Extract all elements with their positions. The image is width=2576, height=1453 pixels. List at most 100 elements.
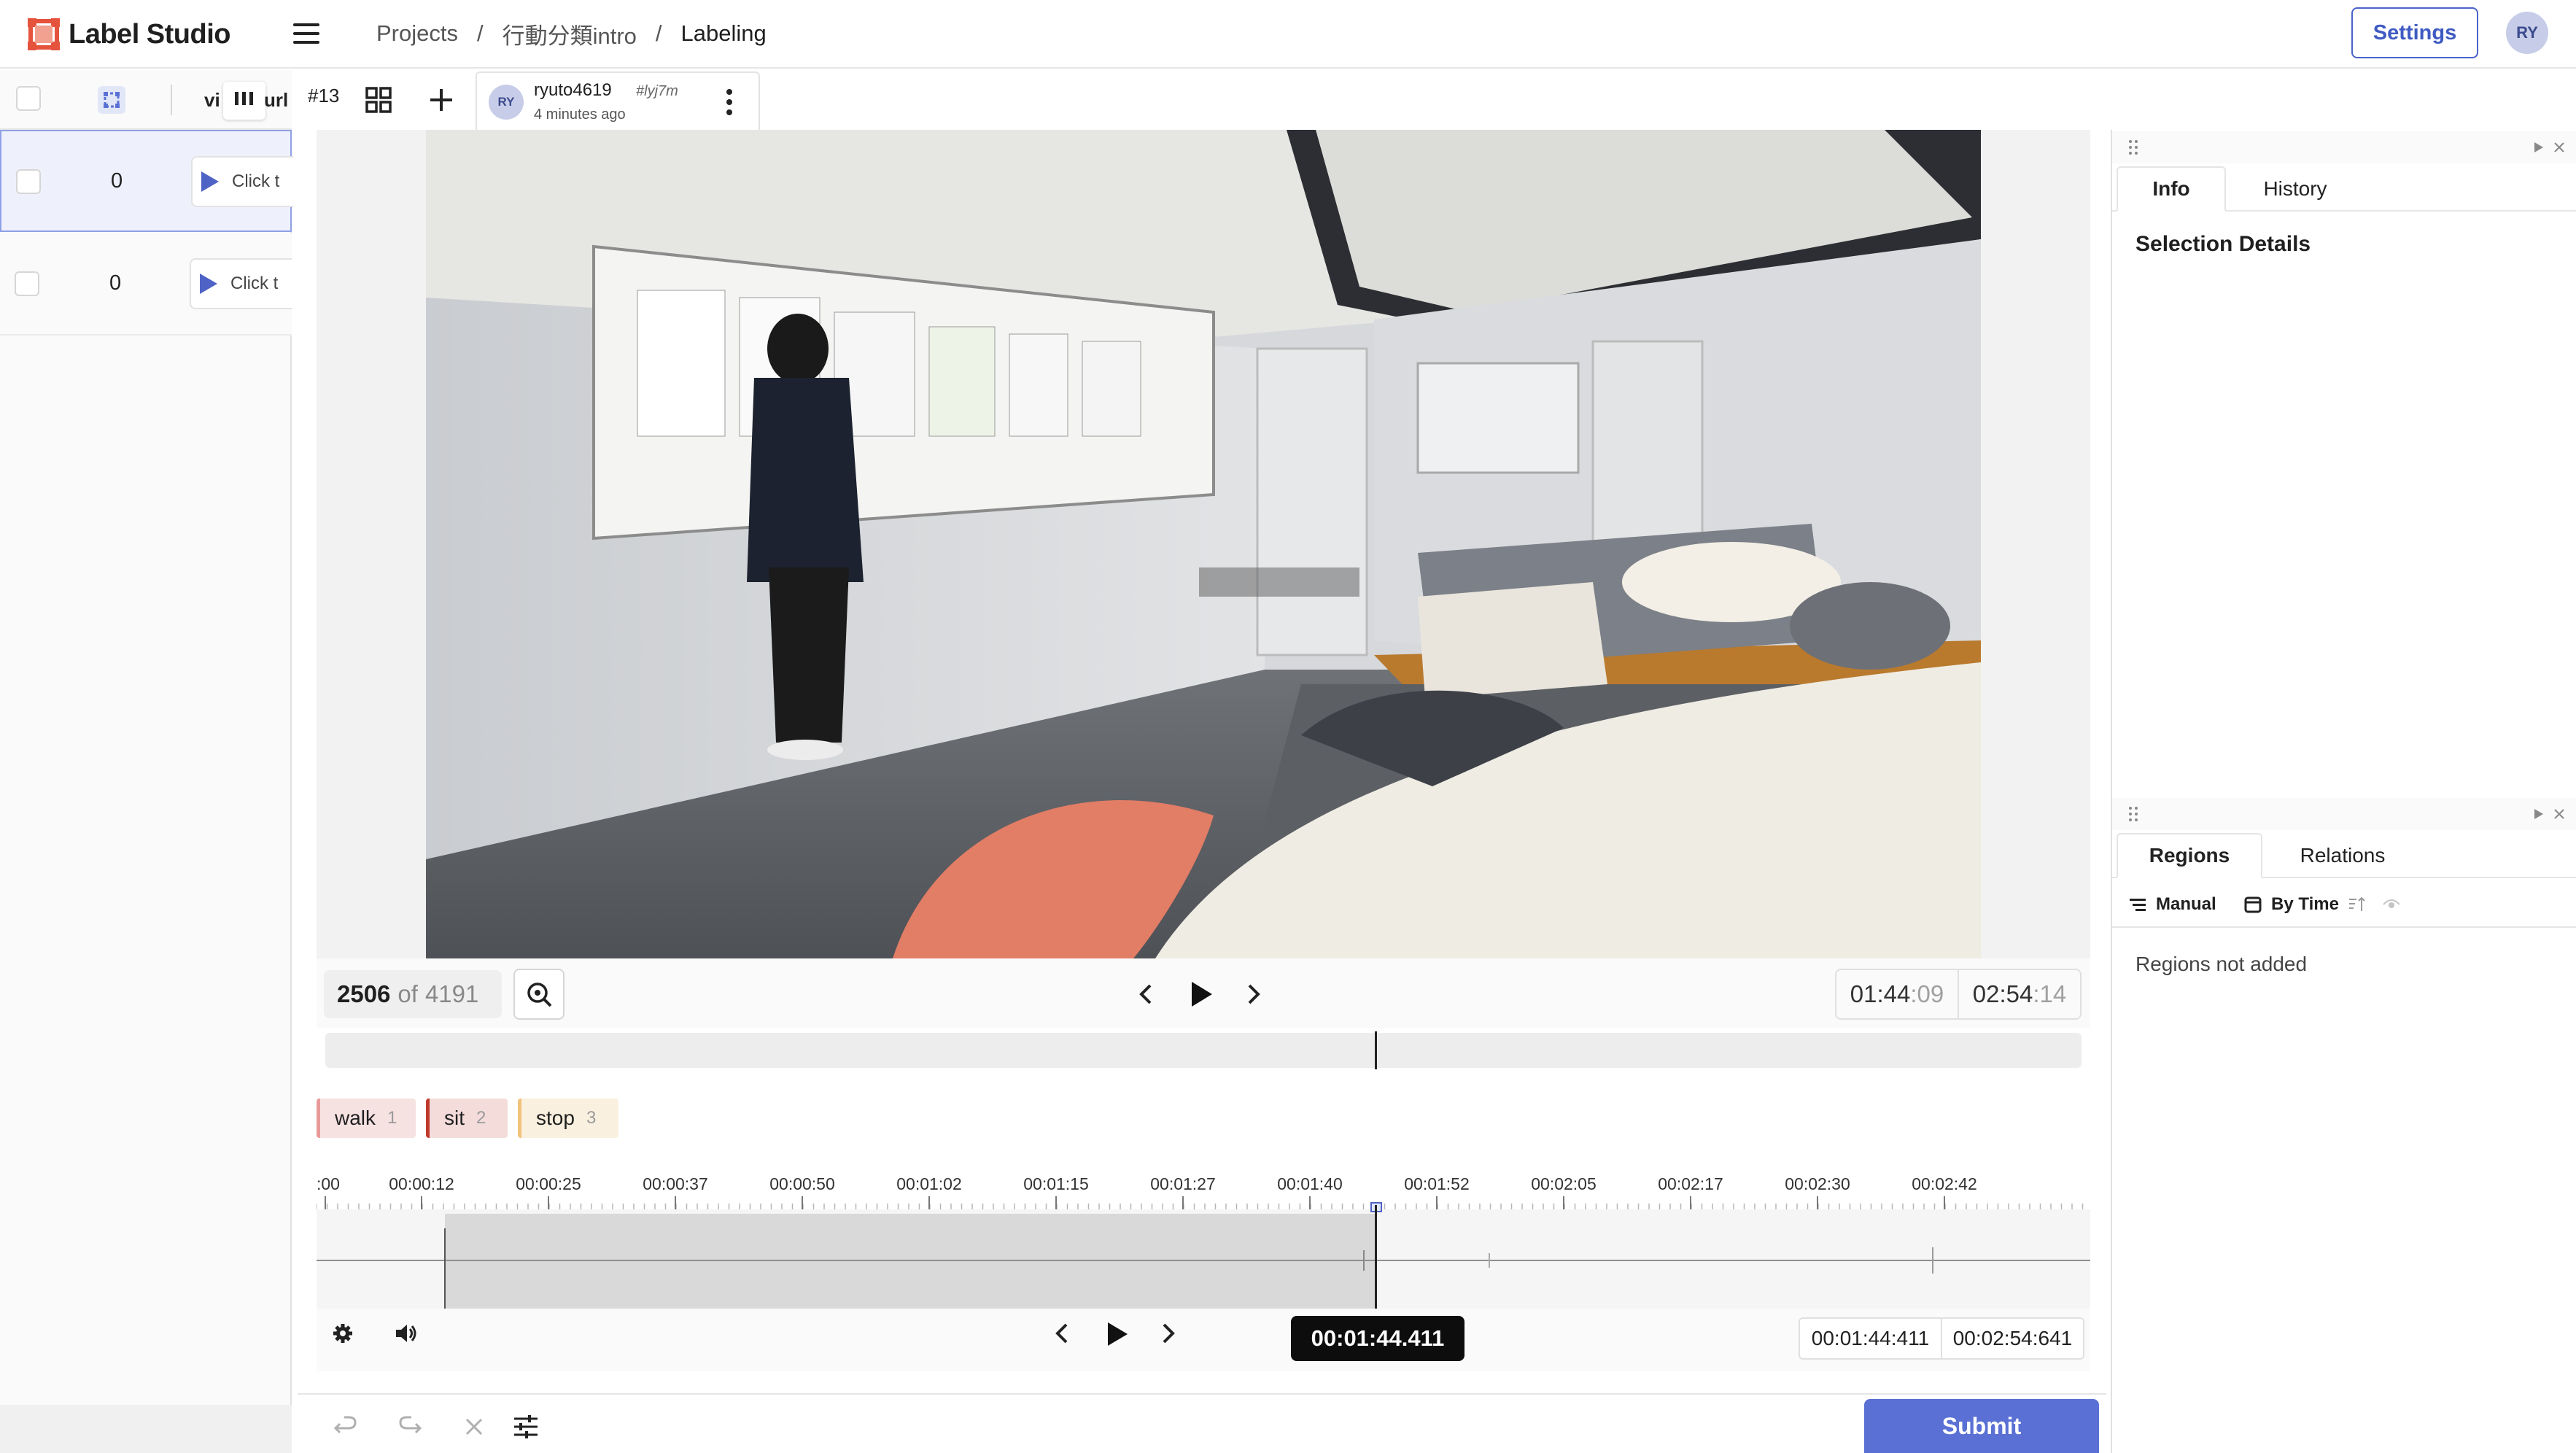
- timeline-previous-icon[interactable]: [1052, 1322, 1074, 1345]
- video-play-cell[interactable]: Click t: [191, 156, 293, 207]
- label-name: sit: [444, 1107, 465, 1129]
- annotation-time: 4 minutes ago: [534, 106, 626, 123]
- label-sit[interactable]: sit 2: [426, 1099, 508, 1138]
- total-time: 02:54:14: [1972, 980, 2067, 1007]
- settings-button[interactable]: Settings: [2351, 7, 2478, 58]
- annotation-footer: [298, 1393, 2106, 1453]
- side-panel: [2111, 130, 2576, 1453]
- annotator-name: ryuto4619: [534, 80, 612, 100]
- frame-of: of: [397, 980, 418, 1007]
- add-annotation-icon[interactable]: [427, 86, 455, 114]
- close-panel-icon: [2554, 809, 2564, 819]
- task-row-checkbox[interactable]: [16, 169, 41, 194]
- timeline-tick-label: 00:02:30: [1785, 1174, 1850, 1193]
- annotator-avatar: RY: [489, 85, 524, 120]
- hamburger-menu-icon[interactable]: [290, 19, 322, 48]
- timeline-tick-label: 00:01:02: [896, 1174, 962, 1193]
- regions-sort-toolbar: Manual By Time: [2112, 881, 2576, 928]
- redo-icon[interactable]: [397, 1414, 423, 1440]
- column-header-video[interactable]: vi: [204, 89, 220, 112]
- column-resize-icon[interactable]: [223, 82, 265, 120]
- next-frame-icon[interactable]: [1241, 982, 1265, 1007]
- label-hotkey: 1: [387, 1108, 397, 1128]
- visibility-icon: [2383, 899, 2400, 908]
- timeline-time-total: 00:02:54:641: [1952, 1327, 2073, 1349]
- task-list-header: vi url: [0, 70, 292, 130]
- regions-panel-header[interactable]: [2112, 798, 2576, 830]
- label-name: walk: [335, 1107, 376, 1129]
- select-all-checkbox[interactable]: [16, 86, 41, 111]
- user-avatar[interactable]: RY: [2506, 12, 2548, 54]
- timeline-tick-label: 00:01:40: [1277, 1174, 1343, 1193]
- volume-icon[interactable]: [394, 1322, 419, 1345]
- video-time-display: 01:44:09 02:54:14: [1835, 969, 2082, 1020]
- timeline-waveform[interactable]: [317, 1214, 2090, 1309]
- tab-info[interactable]: Info: [2117, 166, 2226, 212]
- settings-sliders-icon[interactable]: [512, 1414, 540, 1440]
- collapse-panel-icon: [2534, 809, 2543, 819]
- regions-empty-text: Regions not added: [2135, 953, 2308, 975]
- cell-text: Click t: [232, 171, 280, 191]
- app-name: Label Studio: [69, 18, 231, 50]
- previous-frame-icon[interactable]: [1135, 982, 1158, 1007]
- task-annotation-count: 0: [109, 271, 122, 295]
- app-logo[interactable]: Label Studio: [28, 16, 231, 53]
- label-stop[interactable]: stop 3: [518, 1099, 618, 1138]
- info-tabs: Info History: [2112, 166, 2576, 212]
- undo-icon[interactable]: [333, 1414, 359, 1440]
- breadcrumb-separator: /: [655, 20, 662, 46]
- breadcrumb-project[interactable]: 行動分類intro: [503, 18, 637, 50]
- timeline-time-current: 00:01:44:411: [1811, 1327, 1930, 1349]
- seek-cursor[interactable]: [1375, 1031, 1377, 1069]
- submit-button[interactable]: Submit: [1864, 1399, 2099, 1453]
- cell-text: Click t: [230, 274, 279, 293]
- timeline-play-icon[interactable]: [1103, 1320, 1130, 1348]
- drag-handle-icon: [2129, 140, 2138, 155]
- task-list-footer: [0, 1405, 292, 1453]
- task-id: #13: [308, 85, 340, 106]
- breadcrumb-separator: /: [476, 20, 484, 46]
- reset-icon[interactable]: [462, 1415, 486, 1438]
- info-panel-header[interactable]: [2112, 131, 2576, 163]
- close-panel-icon: [2554, 142, 2564, 152]
- task-row[interactable]: 0 Click t: [0, 233, 292, 336]
- video-frame[interactable]: [426, 130, 1981, 958]
- timeline-current-time: 00:01:44.411: [1291, 1316, 1464, 1361]
- sort-by-time-button[interactable]: By Time: [2243, 894, 2367, 915]
- label-hotkey: 3: [586, 1108, 597, 1128]
- timeline-time-display: 00:01:44:411 00:02:54:641: [1799, 1317, 2084, 1360]
- sort-manual-button[interactable]: Manual: [2128, 894, 2216, 915]
- label-hotkey: 2: [476, 1108, 486, 1128]
- tab-history[interactable]: History: [2233, 166, 2357, 212]
- timeline-tick-label: 00:02:17: [1658, 1174, 1723, 1193]
- tab-relations[interactable]: Relations: [2270, 833, 2416, 878]
- video-play-cell[interactable]: Click t: [190, 258, 292, 309]
- collapse-panel-icon: [2534, 142, 2543, 152]
- timeline-next-icon[interactable]: [1157, 1322, 1179, 1345]
- label-walk[interactable]: walk 1: [317, 1099, 416, 1138]
- task-list-panel: vi url 0 Click t 0 Click t: [0, 70, 293, 1453]
- column-selector-icon[interactable]: [98, 86, 125, 114]
- more-options-icon[interactable]: [721, 86, 738, 118]
- breadcrumb: Projects / 行動分類intro / Labeling: [376, 18, 767, 50]
- timeline-tick-label: 00:00:25: [516, 1174, 581, 1193]
- annotation-hash: #lyj7m: [636, 83, 678, 99]
- timeline-tick-label: 00:02:05: [1531, 1174, 1597, 1193]
- timeline-cursor[interactable]: [1375, 1205, 1377, 1309]
- grid-view-icon[interactable]: [365, 86, 392, 114]
- play-icon: [201, 171, 219, 192]
- label-name: stop: [536, 1107, 575, 1129]
- task-annotation-count: 0: [111, 169, 123, 193]
- task-row[interactable]: 0 Click t: [0, 130, 293, 232]
- task-row-checkbox[interactable]: [15, 271, 39, 296]
- play-icon: [200, 274, 217, 294]
- video-seek-bar[interactable]: [325, 1033, 2082, 1068]
- tab-regions[interactable]: Regions: [2117, 833, 2262, 878]
- breadcrumb-current: Labeling: [680, 20, 767, 46]
- gear-icon[interactable]: [331, 1322, 354, 1345]
- timeline-tick-label: 00:00:12: [389, 1174, 454, 1193]
- column-header-url[interactable]: url: [264, 89, 288, 112]
- play-icon[interactable]: [1186, 979, 1215, 1010]
- zoom-icon[interactable]: [513, 969, 565, 1020]
- breadcrumb-projects[interactable]: Projects: [376, 20, 458, 47]
